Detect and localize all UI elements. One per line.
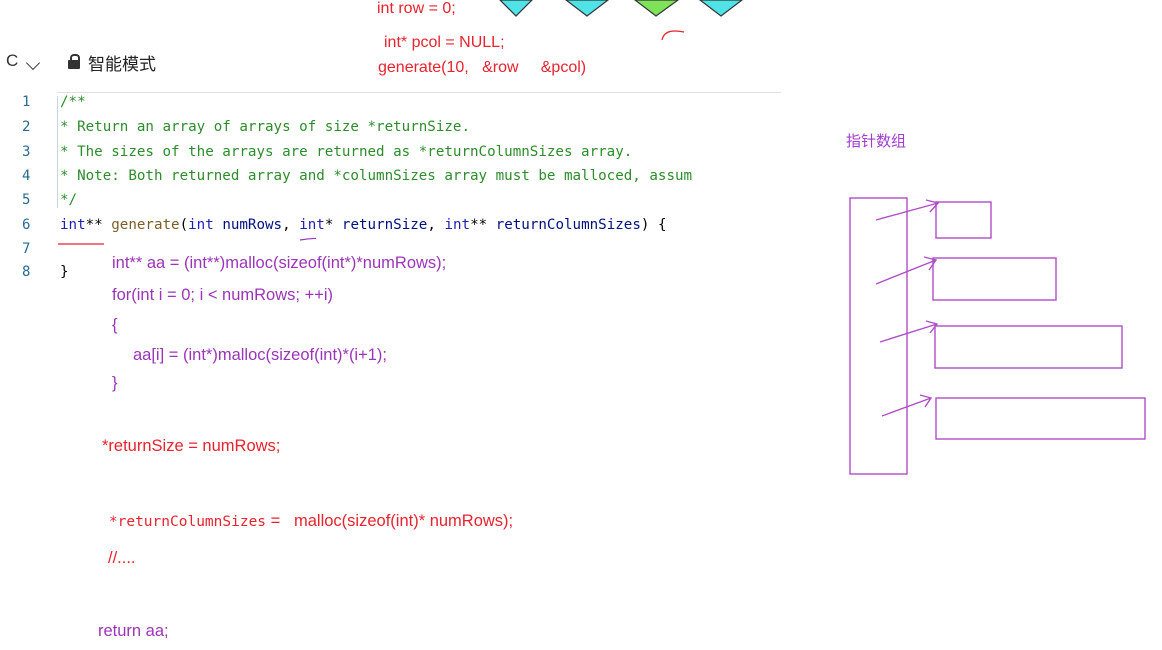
lock-icon [68,54,80,69]
code-token: /** [60,94,86,110]
code-token: ) { [640,217,667,233]
line-number: 6 [22,217,31,233]
diamond-shape [565,0,609,17]
handwritten-underlines [58,237,316,245]
diagram-title: 指针数组 [846,133,907,150]
annotation-return-aa: return aa; [98,622,169,640]
code-line[interactable]: * Note: Both returned array and *columnS… [60,168,692,184]
line-number: 8 [22,264,31,280]
line-number: 7 [22,241,31,257]
annotation-row-malloc: aa[i] = (int*)malloc(sizeof(int)*(i+1); [133,346,387,364]
diamond-shape [634,0,680,17]
code-token: * Note: Both returned array and *columnS… [60,168,693,184]
code-token: ** [470,217,496,233]
code-token: * The sizes of the arrays are returned a… [60,144,633,160]
annotation-ellipsis-comment: //.... [108,549,136,567]
code-token: returnSize [341,217,428,233]
annotation-open-brace: { [112,316,118,334]
line-number: 5 [22,192,31,208]
code-token: } [60,264,69,280]
language-select-button[interactable]: C [6,51,18,71]
diamond-shapes [499,0,743,17]
annotation-return-size: *returnSize = numRows; [102,437,281,455]
line-number: 2 [22,119,31,135]
diamond-shape [699,0,743,17]
line-number: 4 [22,168,31,184]
smart-mode-label[interactable]: 智能模式 [88,50,156,75]
annotation-close-brace: } [112,374,118,392]
code-line[interactable]: */ [60,192,77,208]
pointer-array-diagram [849,197,1146,475]
row-box-4 [935,397,1146,440]
diamond-shape [499,0,533,17]
arrow-3 [879,320,939,343]
row-box-1 [935,201,992,239]
annotation-for-loop: for(int i = 0; i < numRows; ++i) [112,286,334,304]
code-token: int [444,217,471,233]
code-token: * Return an array of arrays of size *ret… [60,119,470,135]
row-box-2 [932,257,1057,301]
code-line[interactable]: } [60,264,69,280]
annotation-rcs-code: *returnColumnSizes [108,514,267,530]
row-box-3 [934,325,1123,369]
annotation-aa-malloc: int** aa = (int**)malloc(sizeof(int*)*nu… [112,254,447,272]
line-number: 1 [22,94,31,110]
code-token: */ [60,192,78,208]
code-token: , [427,217,445,233]
code-line[interactable]: * Return an array of arrays of size *ret… [60,119,470,135]
line-number: 3 [22,144,31,160]
code-token: returnColumnSizes [495,217,641,233]
annotation-row-init: int row = 0; [377,0,456,17]
arrow-2 [875,256,938,285]
annotation-return-column-sizes: *returnColumnSizes = malloc(sizeof(int)*… [100,494,513,531]
underline-mark [299,237,316,241]
code-line[interactable]: * The sizes of the arrays are returned a… [60,144,632,160]
annotation-rcs-rest: = malloc(sizeof(int)* numRows); [266,512,514,530]
code-token: * [324,217,342,233]
editor-toolbar: C 智能模式 [0,40,780,82]
chevron-down-icon[interactable] [25,55,41,71]
code-line[interactable]: /** [60,94,86,110]
